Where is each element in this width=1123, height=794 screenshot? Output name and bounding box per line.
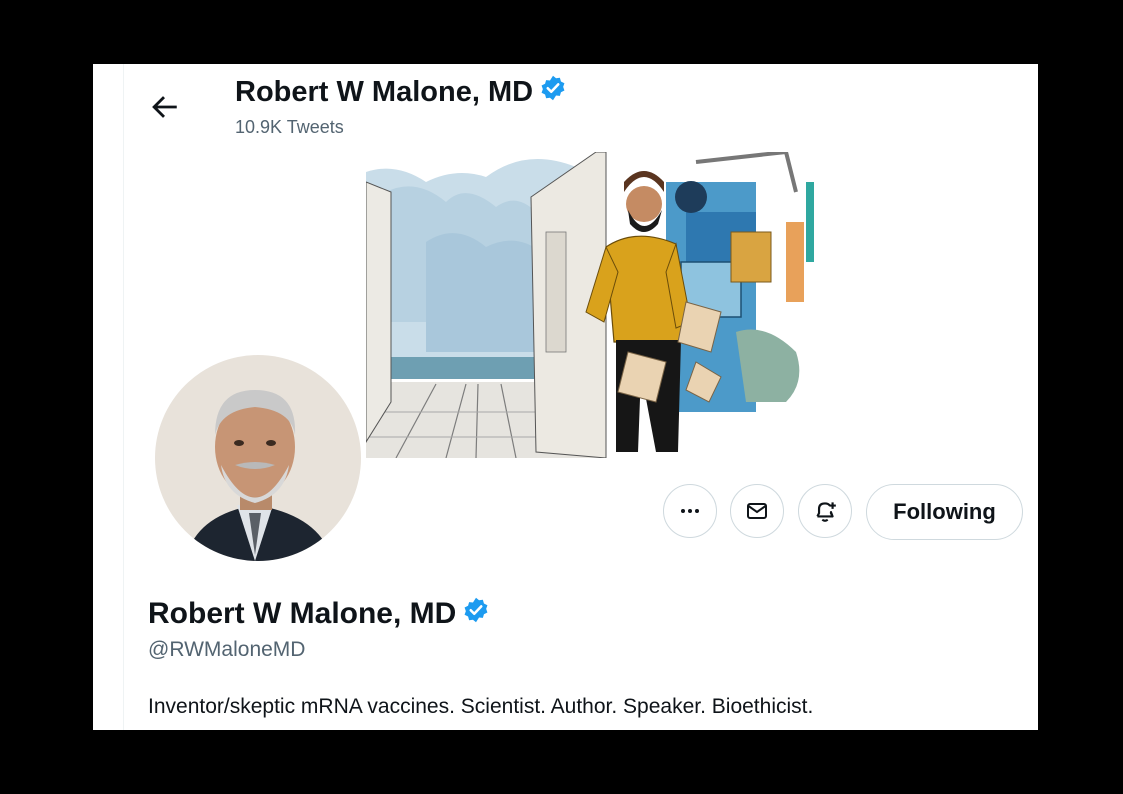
more-horizontal-icon: [681, 509, 699, 513]
bell-plus-icon: [816, 502, 836, 522]
profile-bio: Inventor/skeptic mRNA vaccines. Scientis…: [148, 695, 814, 718]
avatar[interactable]: [152, 352, 364, 564]
header-name: Robert W Malone, MD: [235, 75, 534, 108]
back-button[interactable]: [147, 90, 181, 124]
mail-icon: [747, 503, 767, 519]
profile-name: Robert W Malone, MD: [148, 596, 490, 632]
verified-badge-icon: [539, 74, 567, 110]
column-divider: [123, 64, 124, 730]
profile-handle: @RWMaloneMD: [148, 638, 306, 661]
arrow-left-icon: [152, 96, 177, 118]
tweet-count: 10.9K Tweets: [235, 117, 344, 137]
notify-button[interactable]: [798, 484, 852, 538]
verified-badge-icon: [462, 596, 490, 632]
message-button[interactable]: [730, 484, 784, 538]
banner-image: [366, 152, 830, 458]
profile-page: Robert W Malone, MD 10.9K Tweets Followi…: [93, 64, 1038, 730]
header-title: Robert W Malone, MD: [235, 74, 567, 110]
avatar-photo: [155, 355, 361, 561]
following-button[interactable]: Following: [866, 484, 1023, 540]
more-button[interactable]: [663, 484, 717, 538]
profile-name-text: Robert W Malone, MD: [148, 597, 457, 630]
